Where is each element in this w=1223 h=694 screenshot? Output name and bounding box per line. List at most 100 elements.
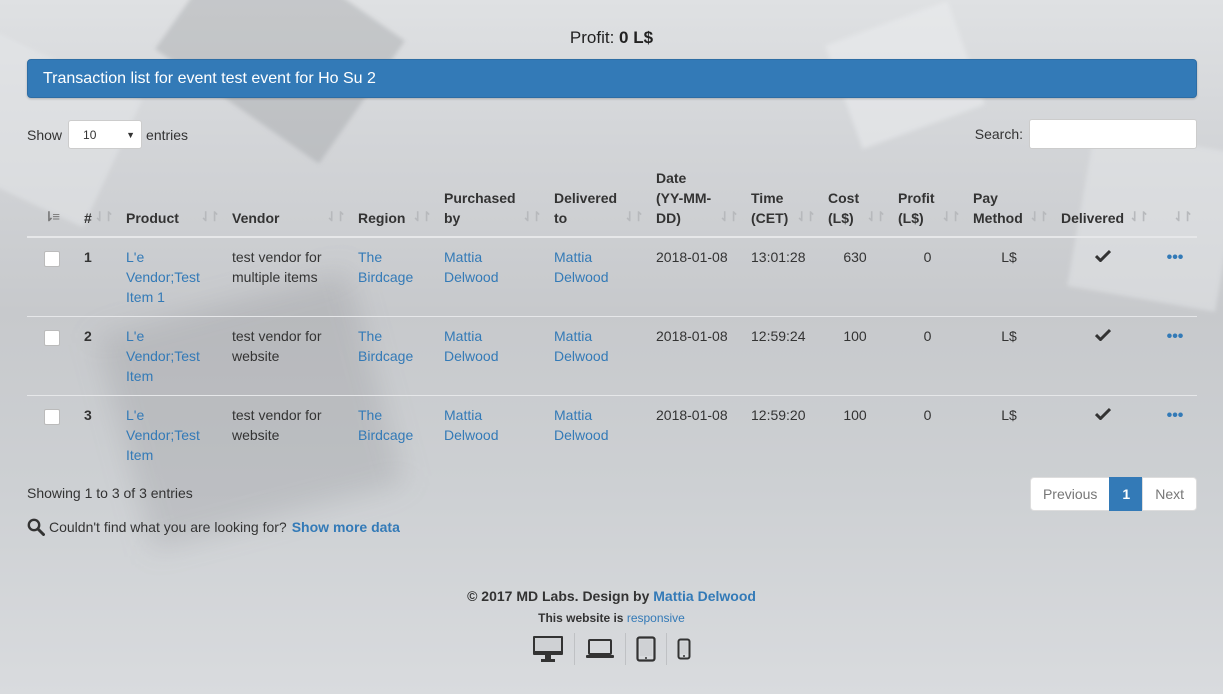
cell-profit: 0 xyxy=(890,395,965,474)
ellipsis-icon[interactable]: ••• xyxy=(1167,249,1184,266)
phone-icon xyxy=(666,633,701,665)
buyer-link[interactable]: Mattia Delwood xyxy=(444,328,498,364)
copyright: © 2017 MD Labs. Design by Mattia Delwood xyxy=(0,588,1223,604)
panel-title: Transaction list for event test event fo… xyxy=(43,70,376,87)
region-link[interactable]: The Birdcage xyxy=(358,328,413,364)
designer-link[interactable]: Mattia Delwood xyxy=(653,588,756,604)
cell-profit: 0 xyxy=(890,316,965,396)
show-more-prompt: Couldn't find what you are looking for? xyxy=(49,519,287,535)
row-select-cell xyxy=(27,395,76,474)
cell-purchased-by: Mattia Delwood xyxy=(436,395,546,474)
search-input[interactable] xyxy=(1029,119,1197,149)
sort-icon[interactable]: ⇃↾ xyxy=(941,207,961,227)
recipient-link[interactable]: Mattia Delwood xyxy=(554,328,608,364)
page-button-current[interactable]: 1 xyxy=(1109,477,1144,511)
sort-icon[interactable]: ⇃↾ xyxy=(94,207,114,227)
responsive-link[interactable]: responsive xyxy=(627,611,685,625)
check-icon xyxy=(1095,407,1111,420)
table-header-row: ⇂≡ # ⇃↾ Product ⇃↾ Vendor ⇃↾ Region ⇃↾ Purch… xyxy=(27,160,1197,238)
caret-down-icon: ▼ xyxy=(126,129,136,140)
buyer-link[interactable]: Mattia Delwood xyxy=(444,249,498,285)
copyright-icon: © xyxy=(467,588,478,604)
sort-icon[interactable]: ⇃↾ xyxy=(1173,207,1193,227)
column-header-product[interactable]: Product ⇃↾ xyxy=(118,160,224,238)
cell-cost: 100 xyxy=(820,316,890,396)
product-link[interactable]: L'e Vendor;Test Item xyxy=(126,407,200,463)
column-header-delivered-to[interactable]: Delivered to ⇃↾ xyxy=(546,160,648,238)
cell-vendor: test vendor for website xyxy=(224,316,350,396)
cell-cost: 630 xyxy=(843,249,867,265)
show-more-link[interactable]: Show more data xyxy=(292,519,400,535)
cell-delivered xyxy=(1053,237,1153,317)
sort-icon[interactable]: ⇃↾ xyxy=(866,207,886,227)
cell-pay-method: L$ xyxy=(965,395,1053,474)
column-header-purchased-by[interactable]: Purchased by ⇃↾ xyxy=(436,160,546,238)
sort-icon[interactable]: ⇃↾ xyxy=(1029,207,1049,227)
column-header-time[interactable]: Time (CET) ⇃↾ xyxy=(743,160,820,238)
sort-icon[interactable]: ⇃↾ xyxy=(719,207,739,227)
cell-actions: ••• xyxy=(1153,316,1197,396)
product-link[interactable]: L'e Vendor;Test Item 1 xyxy=(126,249,200,305)
sort-icon[interactable]: ⇃↾ xyxy=(624,207,644,227)
show-more-row: Couldn't find what you are looking for? … xyxy=(27,518,400,536)
transactions-table: ⇂≡ # ⇃↾ Product ⇃↾ Vendor ⇃↾ Region ⇃↾ Purch… xyxy=(27,160,1197,474)
cell-date: 2018-01-08 xyxy=(656,249,728,265)
magnifier-icon xyxy=(27,518,45,536)
entries-select-value: 10 xyxy=(83,127,97,142)
cell-purchased-by: Mattia Delwood xyxy=(436,316,546,396)
cell-actions: ••• xyxy=(1153,395,1197,474)
entries-select[interactable]: 10 ▼ xyxy=(68,120,143,149)
cell-delivered-to: Mattia Delwood xyxy=(546,237,648,317)
cell-num: 2 xyxy=(76,316,118,396)
cell-pay-method: L$ xyxy=(965,316,1053,396)
sort-icon[interactable]: ⇃↾ xyxy=(796,207,816,227)
profit-value: 0 L$ xyxy=(619,28,654,47)
buyer-link[interactable]: Mattia Delwood xyxy=(444,407,498,443)
next-button[interactable]: Next xyxy=(1142,477,1197,511)
recipient-link[interactable]: Mattia Delwood xyxy=(554,407,608,443)
row-select-cell xyxy=(27,316,76,396)
row-checkbox[interactable] xyxy=(43,409,60,425)
cell-product: L'e Vendor;Test Item xyxy=(118,395,224,474)
sort-icon[interactable]: ⇃↾ xyxy=(412,207,432,227)
column-header-pay-method[interactable]: Pay Method ⇃↾ xyxy=(965,160,1053,238)
responsive-note: This website is responsive xyxy=(0,611,1223,625)
cell-time: 13:01:28 xyxy=(751,249,806,265)
ellipsis-icon[interactable]: ••• xyxy=(1167,407,1184,424)
ellipsis-icon[interactable]: ••• xyxy=(1167,328,1184,345)
recipient-link[interactable]: Mattia Delwood xyxy=(554,249,608,285)
sort-icon[interactable]: ⇃↾ xyxy=(1129,207,1149,227)
footer: © 2017 MD Labs. Design by Mattia Delwood… xyxy=(0,588,1223,665)
cell-product: L'e Vendor;Test Item 1 xyxy=(118,237,224,317)
previous-button[interactable]: Previous xyxy=(1029,477,1111,511)
cell-num: 3 xyxy=(76,395,118,474)
row-checkbox[interactable] xyxy=(43,251,60,267)
cell-cost: 100 xyxy=(820,395,890,474)
search-label: Search: xyxy=(974,126,1023,142)
cell-region: The Birdcage xyxy=(350,237,436,317)
cell-delivered xyxy=(1053,316,1153,396)
product-link[interactable]: L'e Vendor;Test Item xyxy=(126,328,200,384)
column-header-num[interactable]: # ⇃↾ xyxy=(76,160,118,238)
cell-date: 2018-01-08 xyxy=(648,316,743,396)
laptop-icon xyxy=(574,633,625,665)
select-all-header[interactable]: ⇂≡ xyxy=(27,160,76,238)
row-checkbox[interactable] xyxy=(43,330,60,346)
column-header-actions[interactable]: ⇃↾ xyxy=(1153,160,1197,238)
column-header-region[interactable]: Region ⇃↾ xyxy=(350,160,436,238)
cell-actions: ••• xyxy=(1153,237,1197,317)
sort-icon[interactable]: ⇃↾ xyxy=(200,207,220,227)
sort-icon[interactable]: ⇃↾ xyxy=(326,207,346,227)
table-row: 1 L'e Vendor;Test Item 1 test vendor for… xyxy=(27,237,1197,317)
column-header-vendor[interactable]: Vendor ⇃↾ xyxy=(224,160,350,238)
sort-icon[interactable]: ⇃↾ xyxy=(522,207,542,227)
region-link[interactable]: The Birdcage xyxy=(358,407,413,443)
cell-time: 12:59:20 xyxy=(743,395,820,474)
region-link[interactable]: The Birdcage xyxy=(358,249,413,285)
column-header-delivered[interactable]: Delivered ⇃↾ xyxy=(1053,160,1153,238)
table-info: Showing 1 to 3 of 3 entries xyxy=(27,485,193,501)
sort-active-icon[interactable]: ⇂≡ xyxy=(44,207,61,227)
column-header-profit[interactable]: Profit (L$) ⇃↾ xyxy=(890,160,965,238)
column-header-cost[interactable]: Cost (L$) ⇃↾ xyxy=(820,160,890,238)
column-header-date[interactable]: Date (YY-MM-DD) ⇃↾ xyxy=(648,160,743,238)
